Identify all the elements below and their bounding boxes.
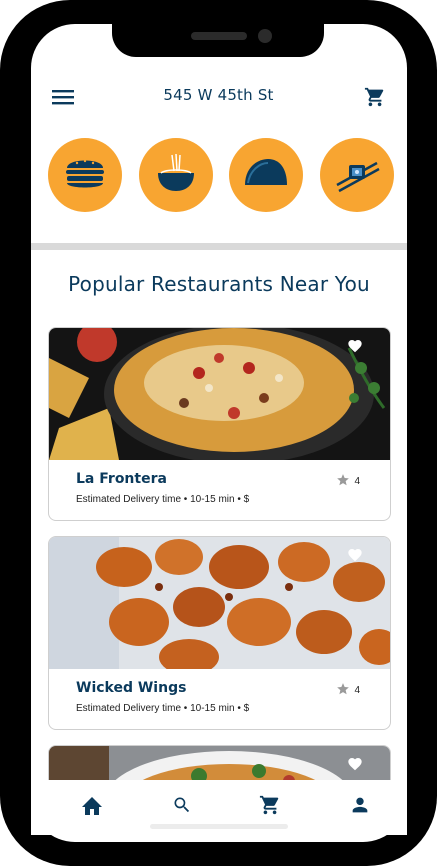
nav-cart[interactable]	[257, 794, 283, 820]
volume-up-button	[0, 180, 4, 242]
delivery-info: Estimated Delivery time • 10-15 min • $	[76, 494, 250, 505]
home-indicator	[150, 824, 288, 829]
speaker	[191, 32, 247, 40]
profile-icon	[349, 794, 371, 820]
restaurant-photo	[49, 537, 390, 675]
cart-icon[interactable]	[364, 86, 386, 108]
home-icon	[80, 794, 104, 820]
notch	[112, 0, 324, 57]
nav-profile[interactable]	[347, 796, 373, 818]
cart-icon	[259, 794, 281, 820]
restaurant-rating: 4	[336, 682, 360, 699]
restaurant-name: Wicked Wings	[76, 680, 187, 696]
nav-home[interactable]	[79, 796, 105, 818]
section-title: Popular Restaurants Near You	[68, 272, 370, 296]
sushi-chopsticks-icon	[333, 151, 381, 199]
star-icon	[336, 473, 350, 490]
front-camera	[258, 29, 272, 43]
delivery-info: Estimated Delivery time • 10-15 min • $	[76, 703, 250, 714]
favorite-heart-icon[interactable]	[347, 756, 363, 772]
favorite-heart-icon[interactable]	[347, 547, 363, 563]
restaurant-rating: 4	[336, 473, 360, 490]
category-noodles[interactable]	[139, 138, 213, 212]
star-icon	[336, 682, 350, 699]
rating-value: 4	[354, 685, 360, 696]
side-button	[0, 118, 4, 152]
restaurant-card[interactable]: Wicked Wings 4 Estimated Delivery time •…	[48, 536, 391, 730]
rating-value: 4	[354, 476, 360, 487]
favorite-heart-icon[interactable]	[347, 338, 363, 354]
category-burger[interactable]	[48, 138, 122, 212]
volume-down-button	[0, 258, 4, 320]
restaurant-card[interactable]: La Frontera 4 Estimated Delivery time • …	[48, 327, 391, 521]
category-sushi[interactable]	[320, 138, 394, 212]
taco-icon	[242, 155, 290, 195]
category-tacos[interactable]	[229, 138, 303, 212]
search-icon	[172, 795, 192, 819]
restaurant-photo	[49, 328, 390, 464]
burger-icon	[63, 153, 107, 197]
section-divider	[31, 243, 407, 250]
restaurant-name: La Frontera	[76, 471, 167, 487]
nav-search[interactable]	[169, 796, 195, 818]
noodle-bowl-icon	[154, 151, 198, 199]
